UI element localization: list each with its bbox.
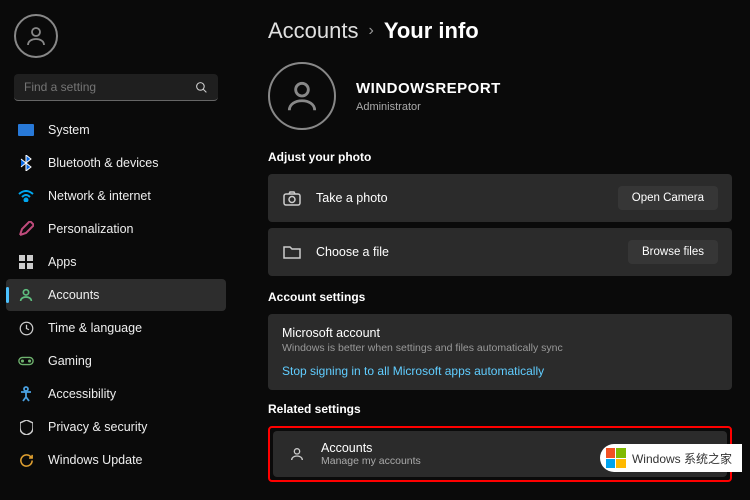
gaming-icon: [18, 353, 34, 369]
person-icon: [283, 77, 321, 115]
windows-logo-icon: [606, 448, 626, 468]
microsoft-account-card: Microsoft account Windows is better when…: [268, 314, 732, 390]
choose-file-card: Choose a file Browse files: [268, 228, 732, 276]
sidebar: System Bluetooth & devices Network & int…: [0, 0, 232, 500]
user-role: Administrator: [356, 101, 501, 113]
choose-file-label: Choose a file: [316, 245, 614, 259]
breadcrumb: Accounts › Your info: [268, 18, 732, 44]
user-name: WINDOWSREPORT: [356, 80, 501, 97]
apps-icon: [18, 254, 34, 270]
breadcrumb-parent[interactable]: Accounts: [268, 18, 359, 44]
sidebar-item-gaming[interactable]: Gaming: [6, 345, 226, 377]
search-box[interactable]: [14, 74, 218, 101]
ms-account-title: Microsoft account: [282, 326, 718, 340]
system-icon: [18, 122, 34, 138]
search-input[interactable]: [24, 80, 195, 94]
time-icon: [18, 320, 34, 336]
person-icon: [287, 444, 307, 464]
stop-signing-link[interactable]: Stop signing in to all Microsoft apps au…: [282, 364, 718, 378]
user-header: WINDOWSREPORT Administrator: [268, 62, 732, 130]
user-avatar: [268, 62, 336, 130]
open-camera-button[interactable]: Open Camera: [618, 186, 718, 210]
search-icon: [195, 81, 208, 94]
sidebar-item-personalization[interactable]: Personalization: [6, 213, 226, 245]
sidebar-item-label: Network & internet: [48, 189, 151, 203]
accessibility-icon: [18, 386, 34, 402]
sidebar-item-system[interactable]: System: [6, 114, 226, 146]
take-photo-label: Take a photo: [316, 191, 604, 205]
sidebar-item-label: Privacy & security: [48, 420, 147, 434]
personalization-icon: [18, 221, 34, 237]
profile-avatar[interactable]: [14, 14, 58, 58]
privacy-icon: [18, 419, 34, 435]
take-photo-card: Take a photo Open Camera: [268, 174, 732, 222]
sidebar-item-accessibility[interactable]: Accessibility: [6, 378, 226, 410]
page-title: Your info: [384, 18, 479, 44]
sidebar-item-bluetooth[interactable]: Bluetooth & devices: [6, 147, 226, 179]
watermark: Windows 系统之家: [600, 444, 742, 472]
sidebar-item-accounts[interactable]: Accounts: [6, 279, 226, 311]
nav-list: System Bluetooth & devices Network & int…: [4, 113, 228, 477]
section-title-account: Account settings: [268, 290, 732, 304]
sidebar-item-label: Accessibility: [48, 387, 116, 401]
main-content: Accounts › Your info WINDOWSREPORT Admin…: [232, 0, 750, 500]
chevron-right-icon: ›: [369, 22, 374, 40]
watermark-text: Windows 系统之家: [632, 450, 732, 467]
sidebar-item-apps[interactable]: Apps: [6, 246, 226, 278]
network-icon: [18, 188, 34, 204]
sidebar-item-label: Gaming: [48, 354, 92, 368]
sidebar-item-time[interactable]: Time & language: [6, 312, 226, 344]
sidebar-item-label: System: [48, 123, 90, 137]
update-icon: [18, 452, 34, 468]
ms-account-sub: Windows is better when settings and file…: [282, 342, 718, 354]
section-title-related: Related settings: [268, 402, 732, 416]
sidebar-item-label: Apps: [48, 255, 77, 269]
browse-files-button[interactable]: Browse files: [628, 240, 718, 264]
sidebar-item-label: Accounts: [48, 288, 99, 302]
folder-icon: [282, 242, 302, 262]
section-title-photo: Adjust your photo: [268, 150, 732, 164]
bluetooth-icon: [18, 155, 34, 171]
sidebar-item-label: Personalization: [48, 222, 133, 236]
camera-icon: [282, 188, 302, 208]
sidebar-item-update[interactable]: Windows Update: [6, 444, 226, 476]
sidebar-item-label: Time & language: [48, 321, 142, 335]
sidebar-item-label: Windows Update: [48, 453, 143, 467]
accounts-icon: [18, 287, 34, 303]
sidebar-item-label: Bluetooth & devices: [48, 156, 159, 170]
sidebar-item-network[interactable]: Network & internet: [6, 180, 226, 212]
person-icon: [24, 24, 48, 48]
sidebar-item-privacy[interactable]: Privacy & security: [6, 411, 226, 443]
